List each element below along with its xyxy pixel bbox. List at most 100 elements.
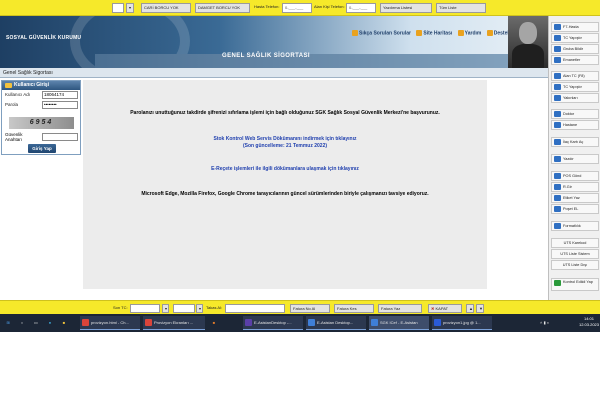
taskbar-app-3[interactable]: E-AsistanDesktop -... <box>243 316 303 330</box>
link-help[interactable]: Yardım <box>465 30 482 36</box>
taskbar-app-6[interactable]: provizyon1.jpg @ 1... <box>432 316 492 330</box>
taskbar-app-label: E-AsistanDesktop -... <box>254 320 292 325</box>
task-view-button[interactable]: ▭ <box>30 316 42 330</box>
pill-icon <box>554 139 561 145</box>
sidebar-item-formatlilik[interactable]: Formatlılık <box>551 221 599 231</box>
takas-label: Takas Al: <box>206 305 223 310</box>
login-button[interactable]: Giriş Yap <box>28 144 56 153</box>
taskbar-app-4[interactable]: E-Asistan Desktop... <box>306 316 366 330</box>
security-key-input[interactable] <box>42 133 78 141</box>
sidebar-item-tc-yapistir[interactable]: TC Yapıştır <box>551 33 599 43</box>
taskbar-app-5[interactable]: SGK ICef - E-Asistan <box>369 316 429 330</box>
bottom-field-2-dropdown[interactable]: ▾ <box>196 304 203 313</box>
sidebar-item-yazdir[interactable]: Yazdır <box>551 154 599 164</box>
volume-icon: ◖ <box>546 320 550 325</box>
sidebar-item-alan-tc[interactable]: Alan TC (F8) <box>551 71 599 81</box>
app-icon <box>308 319 315 326</box>
tum-liste-button[interactable]: Tüm Liste <box>436 3 486 13</box>
down-arrow-button[interactable]: ▼ <box>476 304 484 313</box>
login-panel: Kullanıcı Girişi Kullanıcı Adı 18064174 … <box>1 80 81 155</box>
son-tc-input[interactable] <box>130 304 160 313</box>
app-icon <box>245 319 252 326</box>
sidebar-item-r-gir[interactable]: R.Gir <box>551 182 599 192</box>
arrow-down-icon: ▼ <box>479 306 483 311</box>
close-icon: ✖ <box>431 306 435 311</box>
fatura-kes-button[interactable]: Fatura Kes <box>334 304 374 313</box>
sidebar-label: F7-Hasta <box>563 25 579 29</box>
edge-button[interactable]: ● <box>44 316 56 330</box>
photoshop-icon <box>434 319 441 326</box>
bottom-field-2[interactable] <box>173 304 195 313</box>
up-arrow-button[interactable]: ▲ <box>466 304 474 313</box>
stock-doc-link[interactable]: Stok Kontrol Web Servis Dökümanını indir… <box>83 136 487 143</box>
chrome-icon <box>145 319 152 326</box>
sidebar-item-uts-liste-sistem[interactable]: UTS Liste Sistem <box>551 249 599 259</box>
sidebar-item-pos-gond[interactable]: POS Gönd <box>551 171 599 181</box>
hasta-tel-input[interactable]: 0-___-___ <box>282 3 312 13</box>
password-label: Parola <box>5 102 19 107</box>
taskbar-pinned-app[interactable]: ■ <box>208 316 220 330</box>
group-icon <box>554 46 561 52</box>
sidebar-item-etiket-yaz[interactable]: Etiket Yaz <box>551 193 599 203</box>
link-sitemap[interactable]: Site Haritası <box>423 30 452 36</box>
son-tc-dropdown[interactable]: ▾ <box>162 304 169 313</box>
kapat-button[interactable]: ✖ KAPAT <box>428 304 462 313</box>
edit-icon <box>554 184 561 190</box>
sidebar-item-uts-karekod[interactable]: UTS Karekod <box>551 238 599 248</box>
sidebar-item-tc-yapistir-2[interactable]: TC Yapıştır <box>551 82 599 92</box>
stock-doc-update[interactable]: (Son güncelleme: 21 Temmuz 2022) <box>83 143 487 150</box>
sidebar-item-hastane[interactable]: Hastane <box>551 120 599 130</box>
sidebar-item-poset-el[interactable]: Poşet EL <box>551 204 599 214</box>
sidebar-label: Gruba Bildir <box>563 47 584 51</box>
sidebar-label: Hastane <box>563 123 578 127</box>
help-icon <box>457 30 464 36</box>
browser-advice-message: Microsoft Edge, Mozilla Firefox, Google … <box>141 191 429 197</box>
link-faq[interactable]: Sıkça Sorulan Sorular <box>359 30 411 36</box>
sidebar-item-kontrol-edildi[interactable]: Kontrol Edildi Yap <box>551 278 599 291</box>
cari-borcu-button[interactable]: CARİ BORCU YOK <box>141 3 191 13</box>
system-clock[interactable]: 14:01 12.03.2023 <box>578 316 600 328</box>
doctor-icon <box>554 111 561 117</box>
search-button[interactable]: ○ <box>16 316 28 330</box>
start-button[interactable]: ⊞ <box>2 316 14 330</box>
takas-input[interactable] <box>225 304 285 313</box>
clock-date: 12.03.2023 <box>578 322 600 327</box>
folder-icon: ■ <box>62 320 66 325</box>
right-sidebar: F7-Hasta TC Yapıştır Gruba Bildir Emanet… <box>548 16 600 300</box>
app-icon <box>371 319 378 326</box>
sidebar-item-emanetler[interactable]: Emanetler <box>551 55 599 65</box>
sitemap-icon <box>416 30 423 36</box>
password-input[interactable]: •••••••• <box>42 101 78 109</box>
taskbar-app-1[interactable]: provizyon.html - Ch... <box>80 316 140 330</box>
banner-title: GENEL SAĞLIK SİGORTASI <box>222 53 310 59</box>
alan-tel-input[interactable]: 0-___-___ <box>346 3 376 13</box>
sidebar-item-yakinlari[interactable]: Yakınları <box>551 93 599 103</box>
explorer-button[interactable]: ■ <box>58 316 70 330</box>
sidebar-label: UTS Karekod <box>563 241 587 245</box>
breadcrumb: Genel Sağlık Sigortası <box>0 68 548 78</box>
security-key-label: Güvenlik Anahtarı <box>5 132 23 142</box>
username-input[interactable]: 18064174 <box>42 91 78 99</box>
damget-borcu-button[interactable]: DAMGET BORCU YOK <box>195 3 250 13</box>
tray-icons[interactable]: ˄ ▮ ◖ <box>540 316 549 330</box>
fatura-yaz-button[interactable]: Fatura Yaz <box>378 304 422 313</box>
sidebar-item-uts-liste-disi[interactable]: UTS Liste Dışı <box>551 260 599 270</box>
dropdown-toggle-button[interactable]: ▾ <box>126 3 134 13</box>
sidebar-item-doktor[interactable]: Doktor <box>551 109 599 119</box>
sidebar-label: R.Gir <box>563 185 572 189</box>
sidebar-item-ilac-karti[interactable]: İlaç Kartı Aç <box>551 137 599 147</box>
sidebar-label: Doktor <box>563 112 575 116</box>
sidebar-item-f7-hasta[interactable]: F7-Hasta <box>551 22 599 32</box>
fatura-no-al-button[interactable]: Fatura No Al <box>290 304 330 313</box>
app-icon: ■ <box>212 320 216 325</box>
yazdirma-listesi-button[interactable]: Yazdırma Listesi <box>380 3 432 13</box>
chrome-icon <box>82 319 89 326</box>
sidebar-label: UTS Liste Sistem <box>560 252 590 256</box>
sidebar-item-gruba-bildir[interactable]: Gruba Bildir <box>551 44 599 54</box>
erecete-doc-link[interactable]: E-Reçete işlemleri ile ilgili dökümanlar… <box>83 166 487 173</box>
taskbar-app-2[interactable]: Provizyon Ekranları ... <box>143 316 205 330</box>
faq-icon <box>352 30 358 36</box>
task-view-icon: ▭ <box>34 320 38 325</box>
taskbar-app-label: Provizyon Ekranları ... <box>154 320 194 325</box>
top-dropdown[interactable] <box>112 3 124 13</box>
